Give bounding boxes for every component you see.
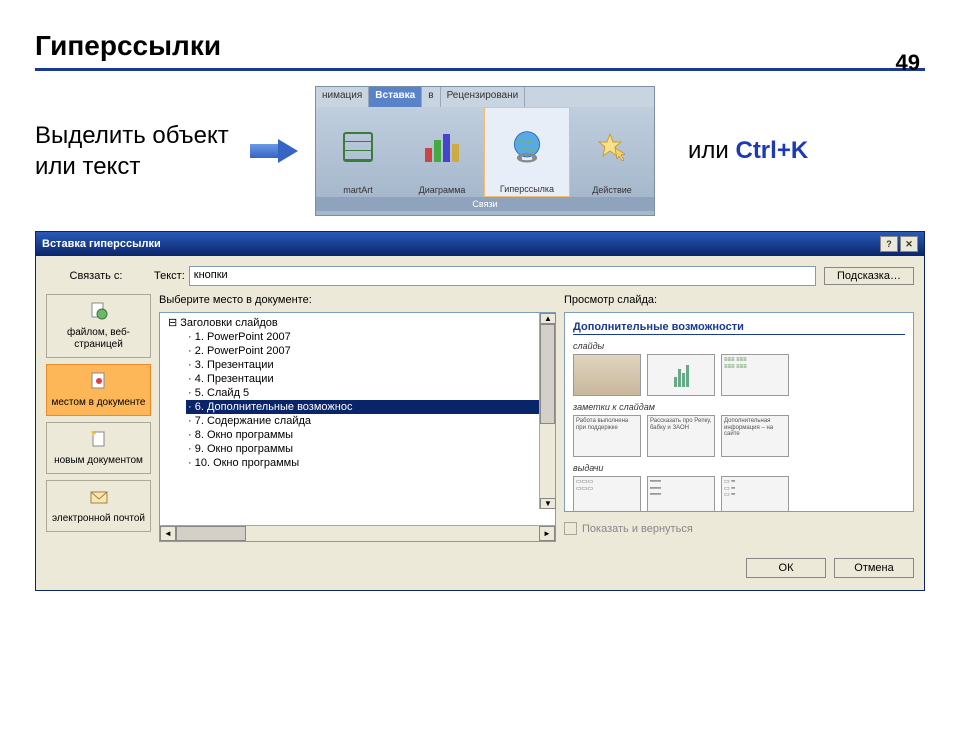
ribbon-label: Диаграмма bbox=[419, 185, 466, 195]
tree-item[interactable]: · 3. Презентации bbox=[186, 358, 553, 372]
preview-thumb: ━━━━━━━━━ bbox=[647, 476, 715, 512]
dialog-body: Связать с: Текст: кнопки Подсказка… файл… bbox=[36, 256, 924, 590]
preview-thumb: Рассказать про Репку, бабку и ЗАОН bbox=[647, 415, 715, 457]
scroll-thumb[interactable] bbox=[540, 324, 555, 424]
scroll-thumb[interactable] bbox=[176, 526, 246, 541]
screentip-button[interactable]: Подсказка… bbox=[824, 267, 914, 285]
ribbon-tab[interactable]: в bbox=[422, 87, 440, 107]
link-to-panel: файлом, веб-страницей местом в документе… bbox=[46, 294, 151, 542]
ribbon-hyperlink-button[interactable]: Гиперссылка bbox=[484, 107, 570, 197]
preview-label: Просмотр слайда: bbox=[564, 294, 914, 306]
close-button[interactable]: ✕ bbox=[900, 236, 918, 252]
scroll-up-button[interactable]: ▲ bbox=[540, 313, 556, 324]
place-in-doc-icon bbox=[86, 371, 112, 393]
chart-icon bbox=[406, 111, 478, 182]
new-doc-icon bbox=[86, 429, 112, 451]
ribbon-tab[interactable]: нимация bbox=[316, 87, 369, 107]
link-target-label: местом в документе bbox=[52, 397, 146, 409]
preview-thumb: Дополнительная информация – на сайте bbox=[721, 415, 789, 457]
link-with-label: Связать с: bbox=[46, 270, 146, 282]
link-to-email[interactable]: электронной почтой bbox=[46, 480, 151, 532]
select-place-label: Выберите место в документе: bbox=[159, 294, 556, 306]
smartart-icon bbox=[322, 111, 394, 182]
ribbon-label: Действие bbox=[592, 185, 632, 195]
link-to-new-doc[interactable]: новым документом bbox=[46, 422, 151, 474]
insert-hyperlink-dialog: Вставка гиперссылки ? ✕ Связать с: Текст… bbox=[35, 231, 925, 591]
preview-thumb bbox=[573, 354, 641, 396]
shortcut-key: Ctrl+K bbox=[735, 137, 808, 164]
link-target-label: файлом, веб-страницей bbox=[49, 327, 148, 351]
ribbon-tab-active[interactable]: Вставка bbox=[369, 87, 422, 107]
tree-horizontal-scrollbar[interactable]: ◄ ► bbox=[160, 525, 555, 541]
or-label: или bbox=[688, 137, 735, 164]
title-rule bbox=[35, 68, 925, 71]
checkbox-label: Показать и вернуться bbox=[582, 523, 693, 535]
preview-slide-title: Дополнительные возможности bbox=[573, 321, 905, 335]
ribbon-tabs: нимация Вставка в Рецензировани bbox=[316, 87, 654, 107]
ribbon-action-button[interactable]: Действие bbox=[570, 107, 654, 197]
tree-item[interactable]: · 6. Дополнительные возможнос bbox=[186, 400, 553, 414]
scroll-down-button[interactable]: ▼ bbox=[540, 498, 556, 509]
display-text-input[interactable]: кнопки bbox=[189, 266, 816, 286]
preview-thumb: Работа выполнена при поддержке bbox=[573, 415, 641, 457]
email-icon bbox=[86, 487, 112, 509]
globe-icon bbox=[491, 112, 563, 181]
slide-preview-panel: Просмотр слайда: Дополнительные возможно… bbox=[564, 294, 914, 542]
ribbon-chart-button[interactable]: Диаграмма bbox=[400, 107, 484, 197]
preview-section-label: слайды bbox=[573, 341, 905, 351]
place-select-panel: Выберите место в документе: ⊟ Заголовки … bbox=[159, 294, 556, 542]
link-to-file-web[interactable]: файлом, веб-страницей bbox=[46, 294, 151, 358]
or-shortcut-text: или Ctrl+K bbox=[688, 137, 808, 165]
scroll-left-button[interactable]: ◄ bbox=[160, 526, 176, 541]
preview-thumb: ▭ ━▭ ━▭ ━ bbox=[721, 476, 789, 512]
star-cursor-icon bbox=[576, 111, 648, 182]
tree-item[interactable]: · 2. PowerPoint 2007 bbox=[186, 344, 553, 358]
checkbox-icon bbox=[564, 522, 577, 535]
instruction-text: Выделить объект или текст bbox=[35, 120, 235, 182]
link-target-label: новым документом bbox=[54, 455, 143, 467]
preview-thumb bbox=[647, 354, 715, 396]
ribbon-label: martArt bbox=[343, 185, 373, 195]
preview-section-label: выдачи bbox=[573, 463, 905, 473]
link-to-place-in-doc[interactable]: местом в документе bbox=[46, 364, 151, 416]
tree-root-node[interactable]: ⊟ Заголовки слайдов bbox=[166, 315, 553, 330]
ribbon-body: martArt Диаграмма Гиперссылка Действие bbox=[316, 107, 654, 197]
tree-item[interactable]: · 5. Слайд 5 bbox=[186, 386, 553, 400]
tree-vertical-scrollbar[interactable]: ▲ ▼ bbox=[539, 313, 555, 509]
preview-section-label: заметки к слайдам bbox=[573, 402, 905, 412]
dialog-title-text: Вставка гиперссылки bbox=[42, 238, 161, 250]
ribbon-tab[interactable]: Рецензировани bbox=[441, 87, 526, 107]
link-target-label: электронной почтой bbox=[52, 513, 145, 525]
preview-thumb: ▭▭▭▭▭▭ bbox=[573, 476, 641, 512]
slide-title: Гиперссылки bbox=[35, 30, 960, 62]
tree-item[interactable]: · 9. Окно программы bbox=[186, 442, 553, 456]
slide-preview: Дополнительные возможности слайды ≡≡≡ ≡≡… bbox=[564, 312, 914, 512]
text-label: Текст: bbox=[154, 270, 185, 282]
show-and-return-checkbox[interactable]: Показать и вернуться bbox=[564, 522, 914, 535]
ok-button[interactable]: ОК bbox=[746, 558, 826, 578]
ribbon-screenshot: нимация Вставка в Рецензировани martArt … bbox=[315, 86, 655, 216]
instruction-row: Выделить объект или текст нимация Вставк… bbox=[35, 86, 925, 216]
help-button[interactable]: ? bbox=[880, 236, 898, 252]
document-tree[interactable]: ⊟ Заголовки слайдов · 1. PowerPoint 2007… bbox=[159, 312, 556, 542]
tree-item[interactable]: · 8. Окно программы bbox=[186, 428, 553, 442]
preview-thumb: ≡≡≡ ≡≡≡≡≡≡ ≡≡≡ bbox=[721, 354, 789, 396]
tree-item[interactable]: · 4. Презентации bbox=[186, 372, 553, 386]
cancel-button[interactable]: Отмена bbox=[834, 558, 914, 578]
arrow-icon bbox=[250, 139, 300, 163]
ribbon-label: Гиперссылка bbox=[500, 184, 554, 194]
file-web-icon bbox=[86, 301, 112, 323]
page-number: 49 bbox=[896, 50, 920, 76]
dialog-footer: ОК Отмена bbox=[46, 558, 914, 578]
dialog-titlebar: Вставка гиперссылки ? ✕ bbox=[36, 232, 924, 256]
tree-item[interactable]: · 7. Содержание слайда bbox=[186, 414, 553, 428]
scroll-right-button[interactable]: ► bbox=[539, 526, 555, 541]
tree-item[interactable]: · 1. PowerPoint 2007 bbox=[186, 330, 553, 344]
ribbon-group-label: Связи bbox=[316, 197, 654, 211]
tree-item[interactable]: · 10. Окно программы bbox=[186, 456, 553, 470]
ribbon-smartart-button[interactable]: martArt bbox=[316, 107, 400, 197]
